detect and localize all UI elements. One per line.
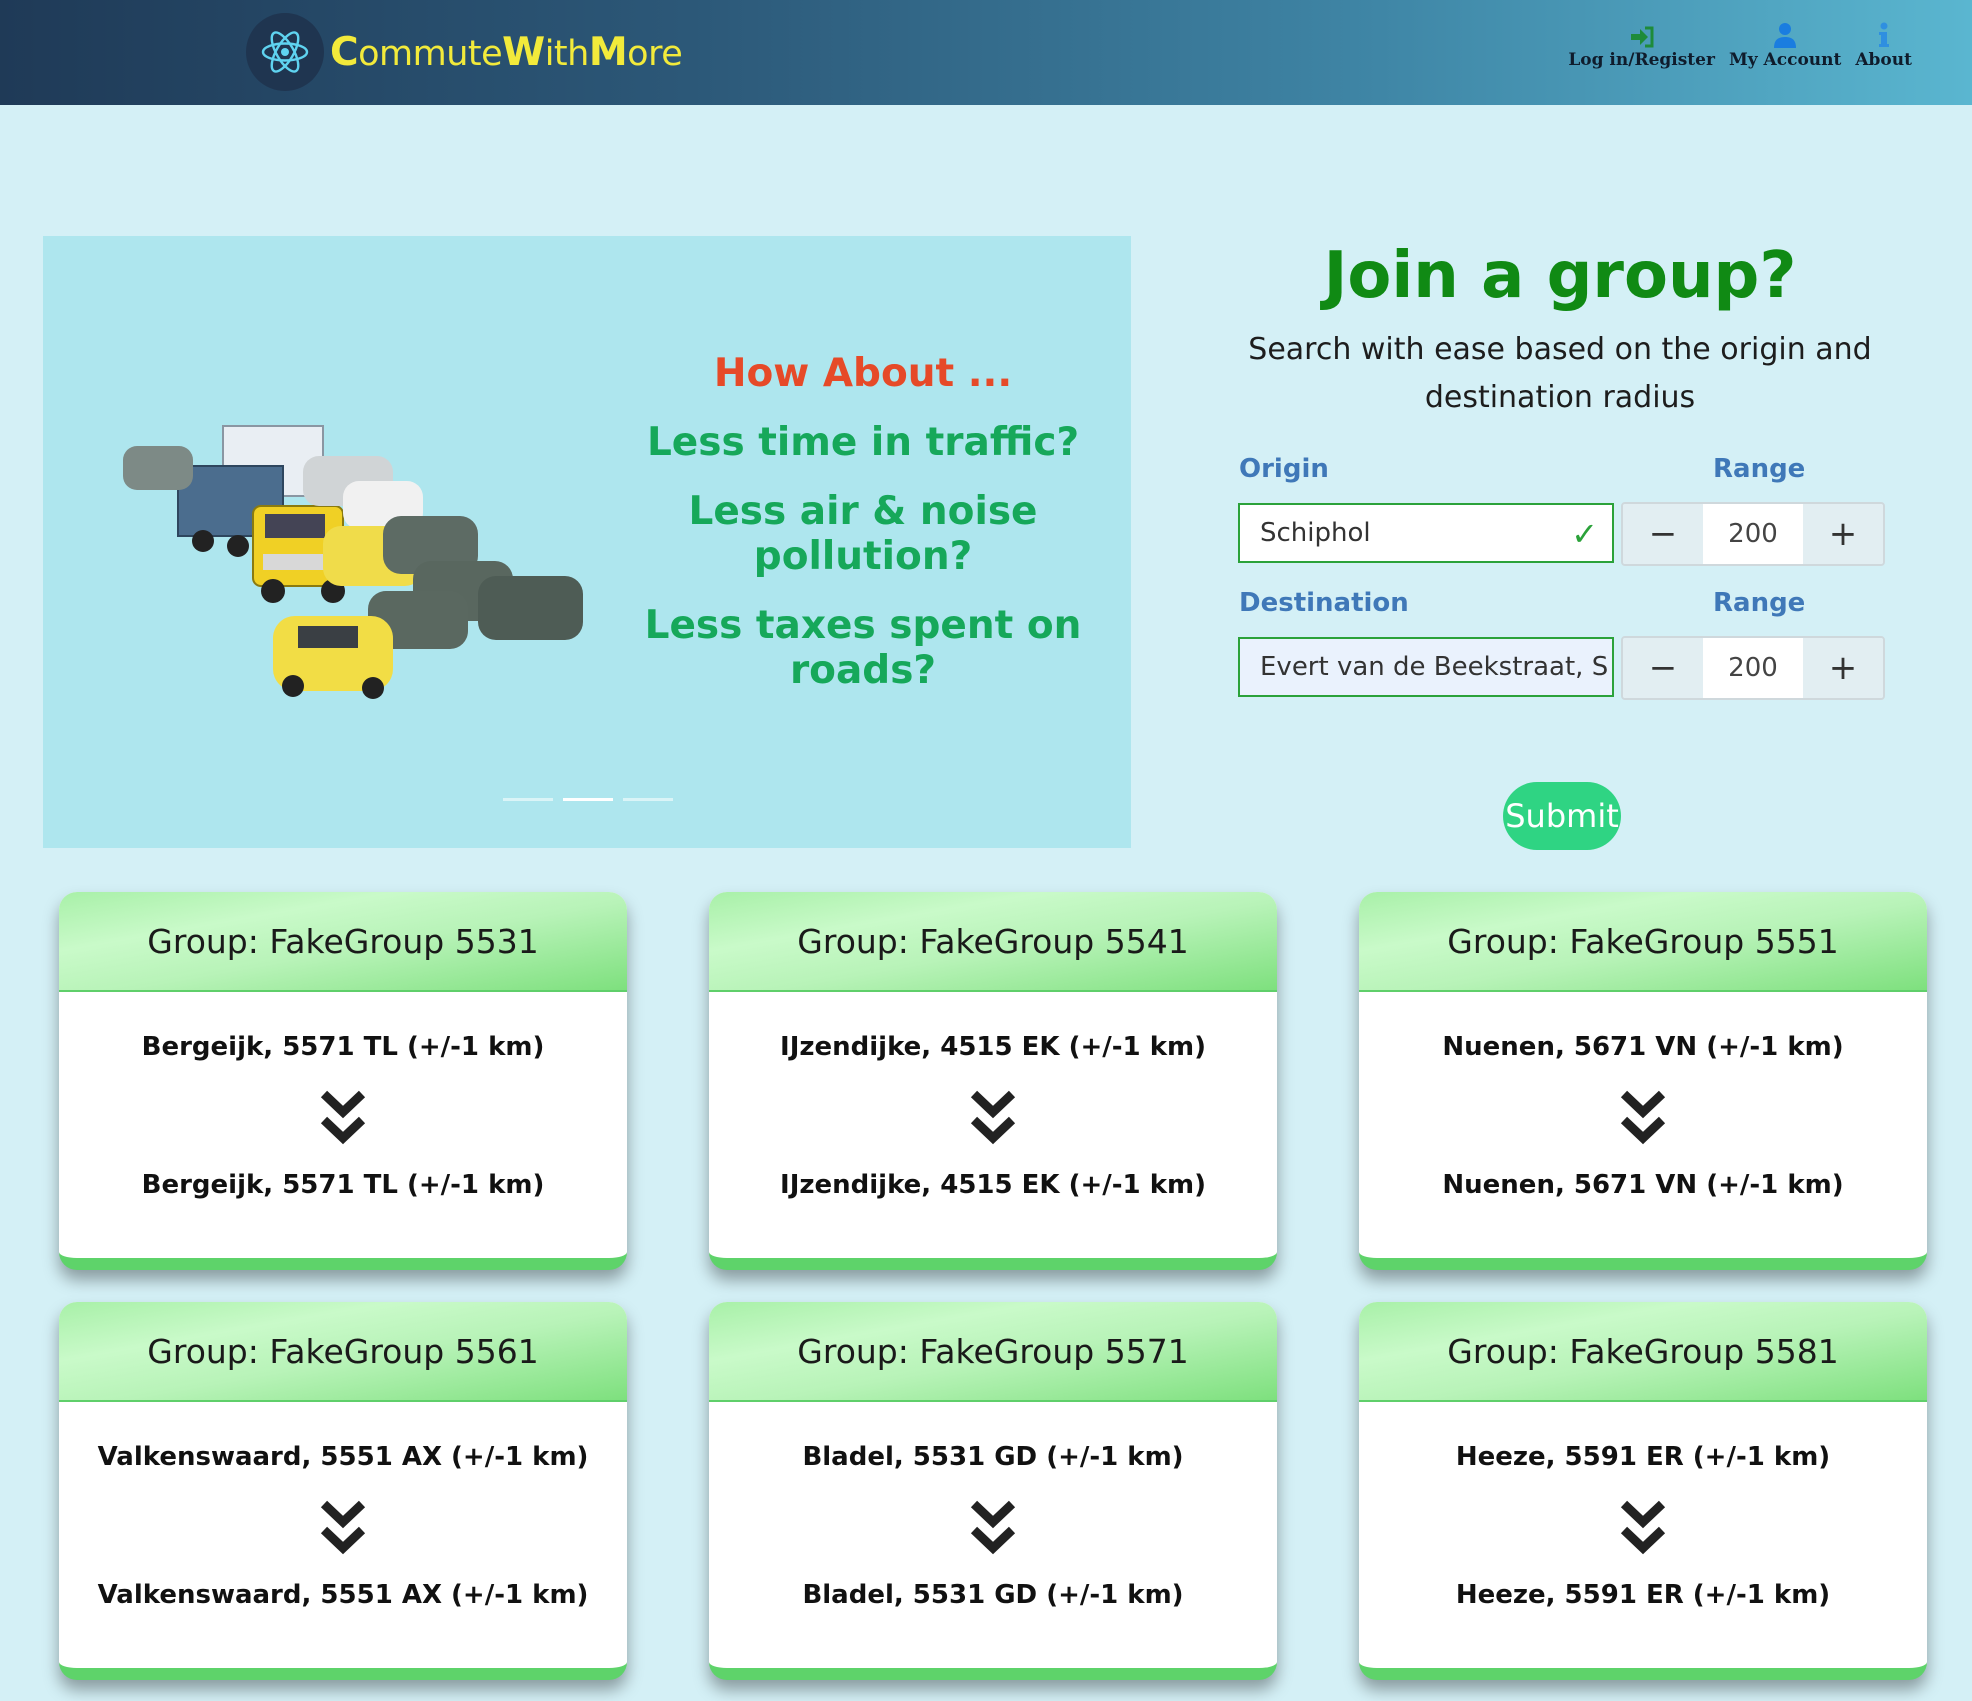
nav-label: Log in/Register bbox=[1568, 50, 1715, 70]
group-card-title: Group: FakeGroup 5551 bbox=[1359, 892, 1927, 992]
carousel-line: Less air & noise pollution? bbox=[688, 489, 1038, 579]
group-card[interactable]: Group: FakeGroup 5541 IJzendijke, 4515 E… bbox=[709, 892, 1277, 1270]
double-chevron-down-icon bbox=[1359, 1090, 1927, 1146]
origin-range-value[interactable]: 200 bbox=[1703, 504, 1803, 564]
group-origin: Bladel, 5531 GD (+/-1 km) bbox=[802, 1442, 1184, 1472]
submit-button[interactable]: Submit bbox=[1503, 782, 1621, 850]
origin-range-decrement-button[interactable]: − bbox=[1623, 504, 1703, 564]
info-icon bbox=[1878, 20, 1890, 48]
search-subtitle: Search with ease based on the origin and… bbox=[1248, 332, 1872, 415]
group-card-title: Group: FakeGroup 5561 bbox=[59, 1302, 627, 1402]
carousel-indicators bbox=[503, 798, 673, 801]
top-navbar: CommuteWithMore Log in/Register My Accou… bbox=[0, 0, 1972, 105]
double-chevron-down-icon bbox=[59, 1090, 627, 1146]
hero-carousel[interactable]: How About ... Less time in traffic? Less… bbox=[43, 236, 1131, 848]
user-icon bbox=[1773, 20, 1797, 48]
double-chevron-down-icon bbox=[709, 1500, 1277, 1556]
react-atom-logo-icon bbox=[246, 13, 324, 91]
group-destination: Nuenen, 5671 VN (+/-1 km) bbox=[1442, 1170, 1844, 1200]
origin-range-stepper: − 200 + bbox=[1621, 502, 1885, 566]
group-card-title: Group: FakeGroup 5531 bbox=[59, 892, 627, 992]
group-card[interactable]: Group: FakeGroup 5551 Nuenen, 5671 VN (+… bbox=[1359, 892, 1927, 1270]
nav-label: My Account bbox=[1728, 50, 1842, 70]
destination-range-value[interactable]: 200 bbox=[1703, 638, 1803, 698]
carousel-caption: How About ... Less time in traffic? Less… bbox=[583, 351, 1143, 717]
destination-input[interactable]: Evert van de Beekstraat, S bbox=[1238, 637, 1614, 697]
traffic-jam-vehicles-image bbox=[123, 425, 583, 699]
brand-name: CommuteWithMore bbox=[330, 29, 683, 75]
group-origin: Valkenswaard, 5551 AX (+/-1 km) bbox=[97, 1442, 589, 1472]
nav-label: About bbox=[1855, 50, 1912, 70]
double-chevron-down-icon bbox=[59, 1500, 627, 1556]
group-origin: Bergeijk, 5571 TL (+/-1 km) bbox=[141, 1032, 545, 1062]
destination-label: Destination bbox=[1239, 588, 1409, 618]
group-card[interactable]: Group: FakeGroup 5561 Valkenswaard, 5551… bbox=[59, 1302, 627, 1680]
group-origin: Nuenen, 5671 VN (+/-1 km) bbox=[1442, 1032, 1844, 1062]
carousel-indicator-2[interactable] bbox=[563, 798, 613, 801]
group-card[interactable]: Group: FakeGroup 5571 Bladel, 5531 GD (+… bbox=[709, 1302, 1277, 1680]
group-destination: Bergeijk, 5571 TL (+/-1 km) bbox=[141, 1170, 545, 1200]
group-destination: Heeze, 5591 ER (+/-1 km) bbox=[1455, 1580, 1831, 1610]
destination-range-label: Range bbox=[1713, 588, 1806, 618]
group-card-title: Group: FakeGroup 5541 bbox=[709, 892, 1277, 992]
group-card[interactable]: Group: FakeGroup 5581 Heeze, 5591 ER (+/… bbox=[1359, 1302, 1927, 1680]
carousel-line: Less time in traffic? bbox=[646, 420, 1080, 465]
group-origin: IJzendijke, 4515 EK (+/-1 km) bbox=[780, 1032, 1206, 1062]
double-chevron-down-icon bbox=[1359, 1500, 1927, 1556]
origin-label: Origin bbox=[1239, 454, 1329, 484]
search-title: Join a group? bbox=[1323, 239, 1797, 313]
group-destination: IJzendijke, 4515 EK (+/-1 km) bbox=[780, 1170, 1206, 1200]
brand-link[interactable]: CommuteWithMore bbox=[246, 12, 683, 92]
carousel-indicator-3[interactable] bbox=[623, 798, 673, 801]
valid-check-icon: ✓ bbox=[1571, 515, 1598, 553]
group-destination: Valkenswaard, 5551 AX (+/-1 km) bbox=[97, 1580, 589, 1610]
nav-about[interactable]: About bbox=[1855, 20, 1912, 70]
group-search-panel: Join a group? Search with ease based on … bbox=[1210, 236, 1910, 422]
carousel-indicator-1[interactable] bbox=[503, 798, 553, 801]
nav-menu: Log in/Register My Account About bbox=[1568, 20, 1912, 70]
double-chevron-down-icon bbox=[709, 1090, 1277, 1146]
origin-range-label: Range bbox=[1713, 454, 1806, 484]
group-card-title: Group: FakeGroup 5581 bbox=[1359, 1302, 1927, 1402]
nav-login-register[interactable]: Log in/Register bbox=[1568, 20, 1715, 70]
group-card[interactable]: Group: FakeGroup 5531 Bergeijk, 5571 TL … bbox=[59, 892, 627, 1270]
destination-range-decrement-button[interactable]: − bbox=[1623, 638, 1703, 698]
nav-my-account[interactable]: My Account bbox=[1729, 20, 1841, 70]
group-origin: Heeze, 5591 ER (+/-1 km) bbox=[1455, 1442, 1831, 1472]
carousel-heading: How About ... bbox=[713, 351, 1013, 396]
group-destination: Bladel, 5531 GD (+/-1 km) bbox=[802, 1580, 1184, 1610]
destination-range-stepper: − 200 + bbox=[1621, 636, 1885, 700]
sign-in-icon bbox=[1629, 20, 1655, 48]
carousel-line: Less taxes spent on roads? bbox=[644, 603, 1082, 693]
destination-range-increment-button[interactable]: + bbox=[1803, 638, 1883, 698]
origin-range-increment-button[interactable]: + bbox=[1803, 504, 1883, 564]
group-card-title: Group: FakeGroup 5571 bbox=[709, 1302, 1277, 1402]
origin-input[interactable]: Schiphol ✓ bbox=[1238, 503, 1614, 563]
